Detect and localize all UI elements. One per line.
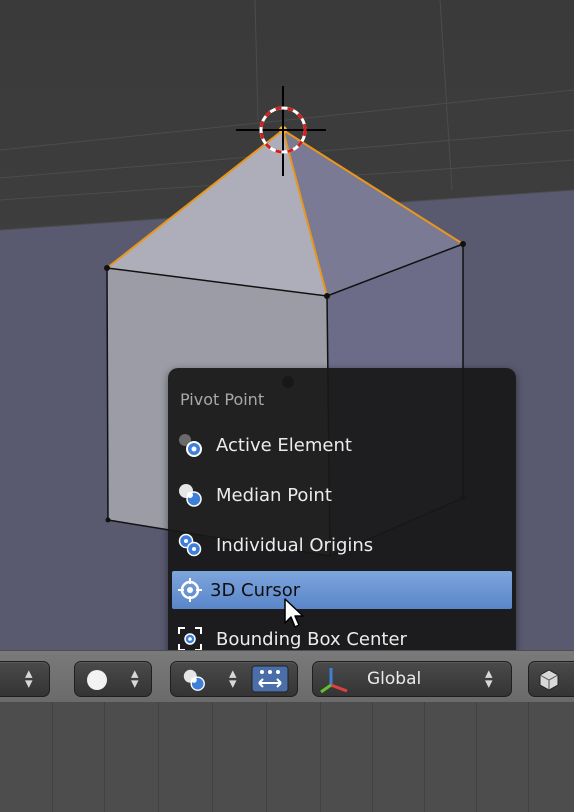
median-point-icon — [183, 669, 205, 691]
layer-toggle[interactable] — [528, 661, 574, 697]
active-element-icon — [179, 434, 202, 457]
menu-item-3d-cursor[interactable]: 3D Cursor — [172, 571, 512, 609]
cube-icon — [539, 669, 559, 691]
menu-item-label: Median Point — [216, 485, 332, 506]
menu-item-label: Bounding Box Center — [216, 629, 407, 650]
transform-orientation-selector[interactable]: Global ▴ ▾ — [312, 661, 512, 697]
individual-origins-icon — [178, 533, 202, 557]
menu-item-median-point[interactable]: Median Point — [172, 476, 512, 514]
mode-selector[interactable]: ▴ ▾ — [0, 661, 50, 697]
manipulate-center-points-icon[interactable] — [251, 665, 289, 693]
menu-item-active-element[interactable]: Active Element — [172, 426, 512, 464]
solid-shading-icon — [87, 670, 107, 690]
median-point-icon — [179, 484, 202, 507]
3d-view-header: ▴ ▾ ▴ ▾ ▴ ▾ Global ▴ ▾ — [0, 650, 574, 703]
up-down-arrows-icon: ▴ ▾ — [229, 664, 237, 692]
transform-axes-icon — [320, 668, 348, 694]
up-down-arrows-icon: ▴ ▾ — [25, 664, 33, 692]
pivot-point-selector[interactable]: ▴ ▾ — [170, 661, 298, 697]
timeline-area[interactable] — [0, 702, 574, 812]
up-down-arrows-icon: ▴ ▾ — [485, 664, 493, 692]
transform-orientation-value: Global — [367, 669, 422, 689]
menu-item-individual-origins[interactable]: Individual Origins — [172, 526, 512, 564]
viewport-shading-selector[interactable]: ▴ ▾ — [74, 661, 152, 697]
mouse-pointer-icon — [284, 598, 304, 628]
menu-title: Pivot Point — [180, 390, 265, 409]
pivot-point-menu: Pivot Point Active Element Median Point … — [168, 368, 516, 660]
menu-item-label: Active Element — [216, 435, 352, 456]
3d-cursor-icon — [178, 578, 202, 602]
up-down-arrows-icon: ▴ ▾ — [131, 664, 139, 692]
bounding-box-center-icon — [178, 627, 202, 651]
menu-item-label: Individual Origins — [216, 535, 374, 556]
